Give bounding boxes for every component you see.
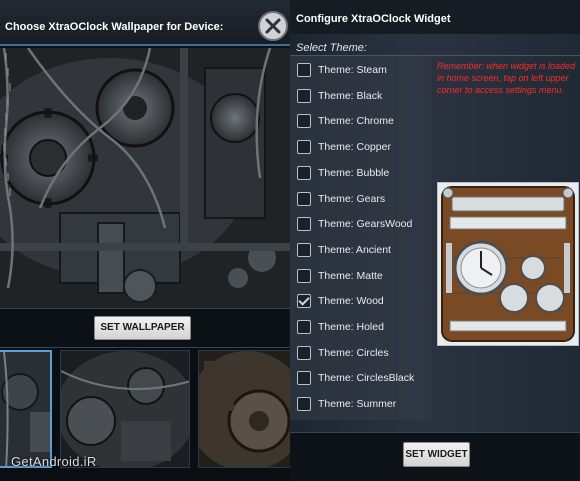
steampunk-wallpaper-image (0, 48, 290, 308)
theme-option[interactable]: Theme: Steam (297, 60, 387, 80)
wallpaper-preview (0, 48, 290, 308)
theme-label: Theme: GearsWood (318, 218, 413, 231)
theme-label: Theme: Black (318, 89, 383, 102)
theme-checkbox[interactable] (297, 165, 311, 180)
theme-checkbox[interactable] (297, 345, 311, 360)
set-widget-button[interactable]: SET WIDGET (403, 442, 470, 467)
theme-option[interactable]: Theme: Gears (297, 189, 385, 209)
theme-checkbox[interactable] (297, 191, 311, 206)
theme-label: Theme: Matte (318, 269, 383, 282)
theme-checkbox[interactable] (297, 63, 311, 77)
watermark-text: GetAndroid.iR (11, 454, 97, 469)
theme-checkbox[interactable] (297, 242, 311, 257)
theme-label: Theme: Steam (318, 64, 387, 76)
theme-option[interactable]: Theme: Matte (297, 266, 383, 286)
theme-label: Theme: Holed (318, 321, 384, 333)
widget-config-dialog: Configure XtraOClock Widget Select Theme… (290, 0, 580, 481)
theme-label: Theme: Gears (318, 192, 386, 205)
set-wallpaper-button[interactable]: SET WALLPAPER (94, 316, 191, 340)
theme-label: Theme: Wood (318, 295, 384, 308)
wallpaper-thumbnail[interactable] (198, 350, 290, 468)
theme-option[interactable]: Theme: Chrome (297, 111, 394, 131)
theme-checkbox[interactable] (297, 114, 311, 129)
theme-checkbox[interactable] (297, 268, 311, 283)
close-icon (265, 18, 281, 34)
wallpaper-dialog-title: Choose XtraOClock Wallpaper for Device: (5, 21, 224, 33)
widget-preview (437, 182, 579, 346)
wood-clock-widget-image (441, 186, 575, 342)
theme-option[interactable]: Theme: Ancient (297, 240, 391, 260)
theme-option[interactable]: Theme: GearsWood (297, 214, 412, 234)
theme-checkbox[interactable] (297, 320, 311, 334)
theme-checkbox[interactable] (297, 397, 311, 412)
theme-checkbox[interactable] (297, 88, 311, 103)
close-button[interactable] (258, 11, 288, 41)
theme-label: Theme: Ancient (318, 243, 391, 256)
theme-checkbox[interactable] (297, 140, 311, 155)
theme-label: Theme: Chrome (318, 115, 394, 128)
reminder-text: Remember: when widget is loaded in home … (437, 61, 576, 95)
theme-label: Theme: CirclesBlack (318, 372, 415, 385)
widget-config-title: Configure XtraOClock Widget (296, 13, 451, 25)
theme-checkbox[interactable] (297, 371, 311, 386)
theme-option[interactable]: Theme: Wood (297, 291, 384, 311)
theme-option[interactable]: Theme: CirclesBlack (297, 368, 414, 388)
theme-option[interactable]: Theme: Bubble (297, 163, 389, 183)
theme-option[interactable]: Theme: Black (297, 86, 382, 106)
select-theme-caption: Select Theme: (296, 42, 367, 54)
theme-option[interactable]: Theme: Copper (297, 137, 391, 157)
wallpaper-thumbnail[interactable] (60, 350, 190, 468)
theme-checkbox[interactable] (297, 217, 311, 232)
theme-option[interactable]: Theme: Circles (297, 343, 389, 363)
widget-config-header: Configure XtraOClock Widget (290, 0, 580, 34)
theme-label: Theme: Bubble (318, 166, 390, 179)
wallpaper-dialog-header: Choose XtraOClock Wallpaper for Device: (0, 0, 290, 46)
theme-label: Theme: Copper (318, 141, 391, 154)
theme-checkbox-checked[interactable] (297, 294, 311, 309)
theme-option[interactable]: Theme: Summer (297, 394, 396, 414)
theme-label: Theme: Circles (318, 346, 389, 359)
wallpaper-dialog: Choose XtraOClock Wallpaper for Device: (0, 0, 290, 481)
theme-option[interactable]: Theme: Holed (297, 317, 384, 337)
wallpaper-thumbnail[interactable] (0, 350, 52, 468)
screen: Choose XtraOClock Wallpaper for Device: (0, 0, 580, 481)
theme-label: Theme: Summer (318, 398, 397, 411)
